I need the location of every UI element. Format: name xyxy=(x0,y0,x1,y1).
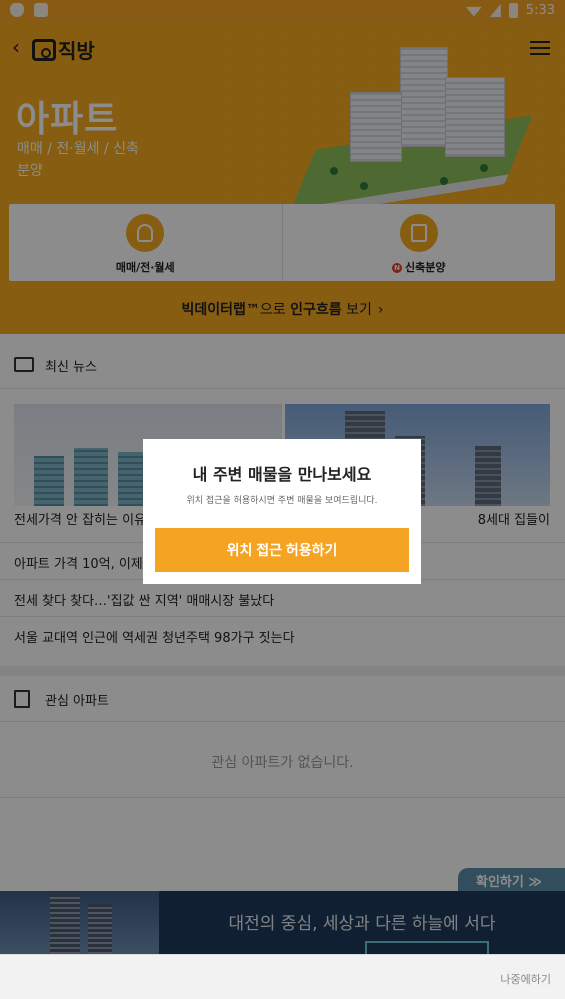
later-bar: 나중에하기 xyxy=(0,954,565,999)
allow-location-button[interactable]: 위치 접근 허용하기 xyxy=(155,528,409,572)
location-permission-modal: 내 주변 매물을 만나보세요 위치 접근을 허용하시면 주변 매물을 보여드립니… xyxy=(143,439,421,584)
modal-description: 위치 접근을 허용하시면 주변 매물을 보여드립니다. xyxy=(186,496,378,506)
modal-title: 내 주변 매물을 만나보세요 xyxy=(192,465,372,484)
later-button[interactable]: 나중에하기 xyxy=(500,971,551,987)
